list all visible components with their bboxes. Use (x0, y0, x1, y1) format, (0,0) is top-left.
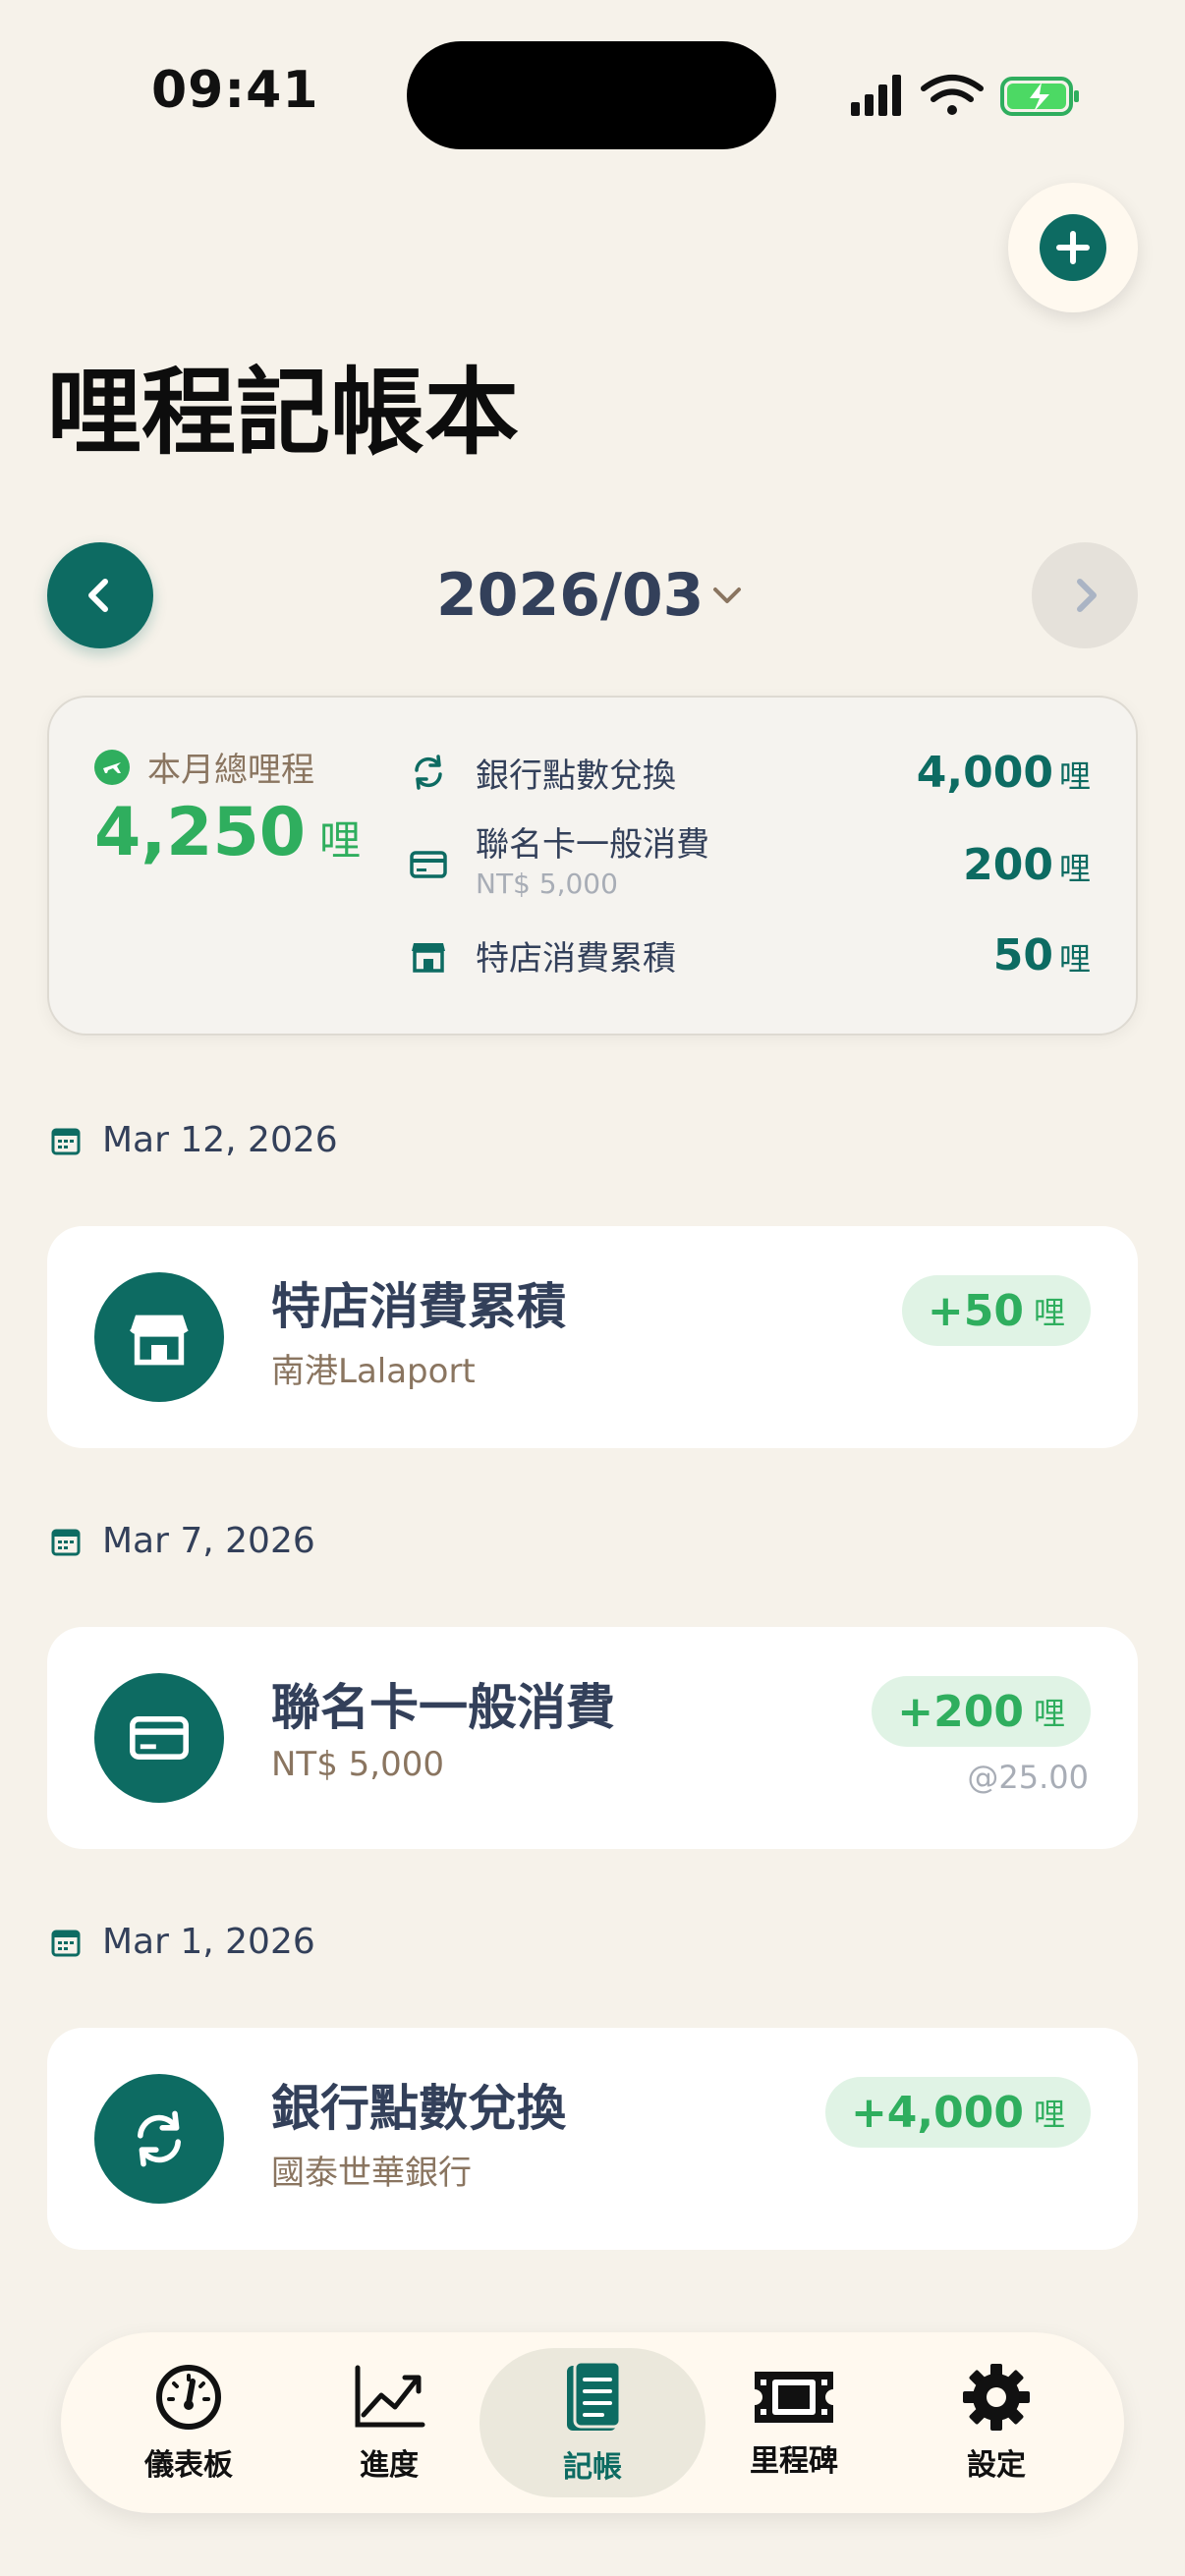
previous-month-button[interactable] (47, 542, 153, 648)
miles-amount: +200 (897, 1686, 1024, 1737)
miles-badge: +200 哩 (872, 1676, 1091, 1747)
refresh-icon (94, 2074, 224, 2204)
tab-label: 進度 (360, 2448, 419, 2483)
month-selector[interactable]: 2026/03 (436, 558, 704, 633)
summary-row-cobrand-card: 聯名卡一般消費 NT$ 5,000 200 哩 (407, 823, 1095, 906)
credit-card-icon (407, 843, 450, 886)
tab-label: 里程碑 (750, 2444, 838, 2479)
transaction-title: 特店消費累積 (271, 1278, 566, 1335)
summary-row-value: 4,000 哩 (916, 747, 1091, 798)
summary-row-value: 200 哩 (963, 839, 1091, 890)
tab-settings[interactable]: 設定 (898, 2348, 1095, 2497)
miles-amount: +50 (927, 1285, 1024, 1336)
store-icon (94, 1272, 224, 1402)
date-header: Mar 1, 2026 (51, 1922, 315, 1962)
next-month-button[interactable] (1032, 542, 1138, 648)
gear-icon (963, 2364, 1030, 2431)
date-header: Mar 12, 2026 (51, 1120, 338, 1160)
credit-card-icon (94, 1673, 224, 1803)
date-header-text: Mar 1, 2026 (102, 1922, 315, 1962)
plus-icon (1040, 214, 1106, 281)
plane-icon (94, 749, 130, 785)
tab-milestones[interactable]: 里程碑 (696, 2348, 892, 2497)
battery-icon (1000, 77, 1079, 116)
notebook-icon (567, 2360, 622, 2431)
miles-unit: 哩 (1033, 2096, 1065, 2133)
summary-row-merchant: 特店消費累積 50 哩 (407, 925, 1095, 984)
transaction-subtitle: 國泰世華銀行 (271, 2154, 472, 2193)
transaction-card[interactable]: 銀行點數兌換 國泰世華銀行 +4,000 哩 (47, 2028, 1138, 2250)
dynamic-island (407, 41, 776, 149)
summary-total-unit: 哩 (319, 816, 362, 865)
page-title: 哩程記帳本 (47, 358, 519, 468)
miles-badge: +50 哩 (901, 1275, 1091, 1346)
calendar-icon (51, 1128, 81, 1154)
miles-amount: +4,000 (850, 2087, 1024, 2138)
summary-total-value: 4,250 (94, 794, 307, 871)
gauge-icon (156, 2365, 221, 2430)
transaction-title: 聯名卡一般消費 (271, 1679, 615, 1736)
tab-dashboard[interactable]: 儀表板 (90, 2348, 287, 2497)
summary-row-label: 銀行點數兌換 (476, 756, 676, 796)
status-time: 09:41 (151, 61, 319, 120)
calendar-icon (51, 1529, 81, 1555)
chart-up-icon (355, 2365, 425, 2428)
summary-row-sub: NT$ 5,000 (476, 868, 618, 900)
date-header: Mar 7, 2026 (51, 1521, 315, 1561)
summary-row-label: 特店消費累積 (476, 938, 676, 979)
store-icon (407, 933, 450, 977)
miles-unit: 哩 (1033, 1294, 1065, 1331)
status-icons (851, 75, 1079, 116)
calendar-icon (51, 1930, 81, 1956)
tab-label: 儀表板 (144, 2448, 233, 2483)
wifi-icon (921, 75, 984, 115)
summary-row-label: 聯名卡一般消費 (476, 825, 709, 865)
transaction-subtitle: 南港Lalaport (271, 1352, 476, 1391)
earn-rate: @25.00 (967, 1759, 1089, 1796)
summary-label: 本月總哩程 (94, 743, 314, 791)
transaction-title: 銀行點數兌換 (271, 2080, 566, 2137)
transaction-card[interactable]: 特店消費累積 南港Lalaport +50 哩 (47, 1226, 1138, 1448)
miles-unit: 哩 (1033, 1695, 1065, 1732)
tab-label: 記帳 (563, 2450, 622, 2485)
chevron-left-icon (88, 579, 108, 612)
tab-label: 設定 (967, 2448, 1026, 2483)
ticket-icon (755, 2372, 833, 2423)
chevron-right-icon (1077, 579, 1097, 612)
date-header-text: Mar 7, 2026 (102, 1521, 315, 1561)
transaction-subtitle: NT$ 5,000 (271, 1745, 444, 1784)
tab-ledger[interactable]: 記帳 (480, 2348, 705, 2497)
summary-row-value: 50 哩 (992, 929, 1091, 980)
summary-row-bank-points: 銀行點數兌換 4,000 哩 (407, 743, 1095, 802)
chevron-down-icon[interactable] (707, 576, 747, 615)
add-entry-button[interactable] (1008, 183, 1138, 312)
refresh-icon (407, 751, 450, 794)
tab-progress[interactable]: 進度 (291, 2348, 487, 2497)
signal-icon (851, 75, 901, 116)
summary-label-text: 本月總哩程 (147, 751, 314, 790)
summary-total: 4,250 哩 (94, 794, 361, 871)
miles-badge: +4,000 哩 (824, 2077, 1091, 2148)
transaction-card[interactable]: 聯名卡一般消費 NT$ 5,000 +200 哩 @25.00 (47, 1627, 1138, 1849)
date-header-text: Mar 12, 2026 (102, 1120, 338, 1160)
